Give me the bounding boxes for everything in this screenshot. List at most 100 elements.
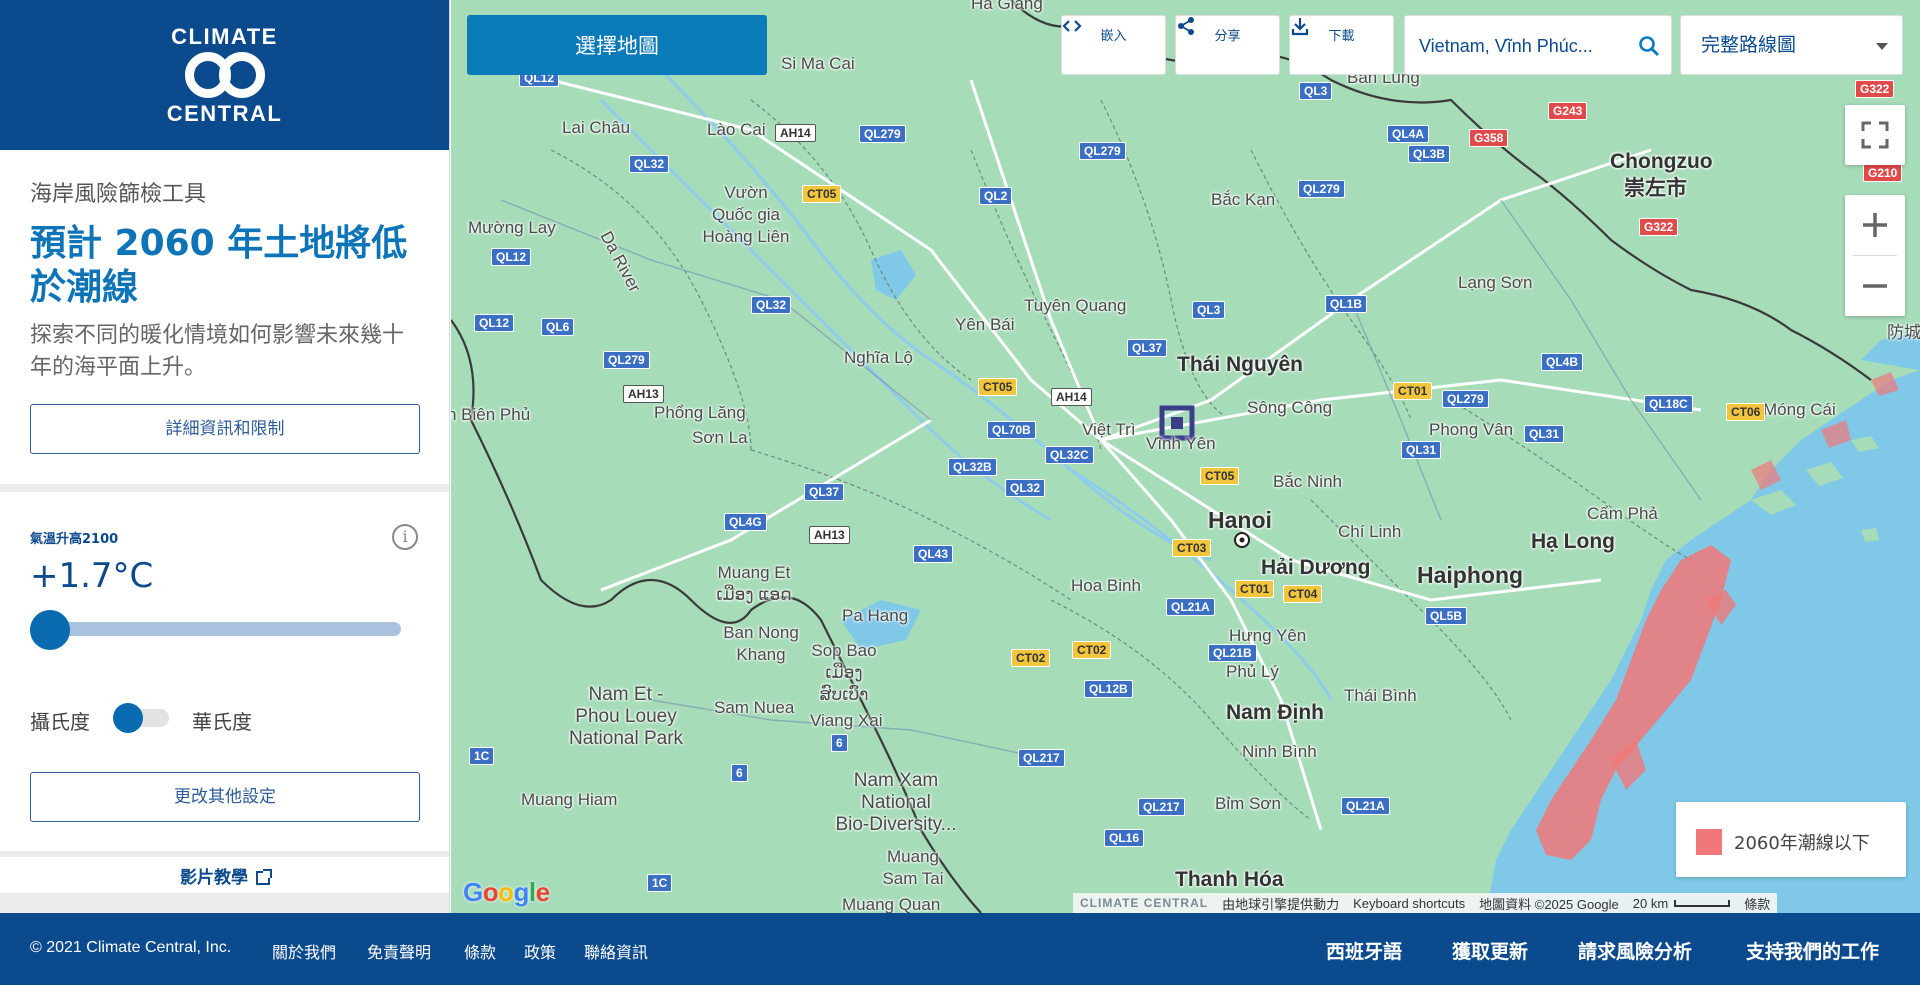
place-hanoi: Hanoi (1208, 507, 1272, 533)
road-shield: 1C (469, 747, 495, 765)
map-scale-label: 20 km (1632, 895, 1669, 911)
location-search[interactable] (1404, 15, 1672, 75)
road-shield: 6 (831, 734, 848, 752)
place-thanh-hoa: Thanh Hóa (1175, 868, 1284, 891)
place-haiphong: Haiphong (1417, 562, 1524, 588)
video-tutorial-link[interactable]: 影片教學 (0, 851, 449, 893)
road-shield: 1C (647, 874, 673, 892)
map-type-select[interactable]: 完整路線圖 (1680, 15, 1903, 75)
road-shield: QL32C (1045, 446, 1094, 464)
road-shield: CT02 (1011, 649, 1051, 667)
place-mong-cai: Móng Cái (1763, 400, 1836, 419)
app-root: CLIMATE CENTRAL 海岸風險篩檢工具 預計 2060 年土地將低於潮… (0, 0, 1920, 985)
plus-icon (1863, 213, 1887, 237)
place-bim-son: Bỉm Sơn (1215, 794, 1281, 813)
terms-link[interactable]: 條款 (1737, 894, 1777, 913)
footer-link-updates[interactable]: 獲取更新 (1452, 937, 1528, 964)
download-button[interactable]: 下載 (1289, 15, 1394, 75)
road-shield: AH14 (775, 124, 816, 142)
place-phong-lang: Phổng Lăng (654, 403, 746, 422)
place-ha-long: Hạ Long (1531, 530, 1615, 553)
footer-link-disclaimer[interactable]: 免責聲明 (367, 939, 431, 963)
road-shield: QL4G (724, 513, 767, 531)
place-vinh-yen: Vĩnh Yên (1146, 434, 1216, 453)
logo-text-top: CLIMATE (171, 23, 278, 49)
footer-link-support[interactable]: 支持我們的工作 (1746, 937, 1879, 964)
climate-central-logo[interactable]: CLIMATE CENTRAL (0, 0, 449, 150)
road-shield: G358 (1469, 129, 1509, 147)
road-shield: QL3 (1192, 301, 1226, 319)
footer-link-policy[interactable]: 政策 (524, 939, 556, 963)
zoom-out-button[interactable] (1845, 256, 1905, 316)
keyboard-shortcuts-link[interactable]: Keyboard shortcuts (1346, 896, 1472, 911)
search-input[interactable] (1419, 33, 1629, 59)
road-shield: QL4B (1541, 353, 1584, 371)
road-shield: QL37 (1127, 339, 1168, 357)
place-lang-son: Lạng Sơn (1458, 273, 1533, 292)
fahrenheit-label: 華氏度 (192, 710, 252, 734)
road-shield: CT02 (1072, 641, 1112, 659)
footer: © 2021 Climate Central, Inc. 關於我們 免責聲明 條… (0, 913, 1920, 985)
temperature-slider-handle[interactable] (30, 610, 70, 650)
map-canvas[interactable]: Ha Giang Si Ma Cai Ban Lung Lai Châu Lào… (451, 0, 1920, 913)
place-ban-nong-khang: Ban Nong Khang (723, 623, 799, 664)
share-button[interactable]: 分享 (1175, 15, 1280, 75)
place-dien-bien-phu: n Biên Phủ (451, 405, 531, 424)
place-viet-tri: Việt Trì (1082, 420, 1136, 439)
place-chi-linh: Chí Linh (1338, 522, 1402, 541)
map-data-credit[interactable]: 地圖資料 ©2025 Google (1472, 894, 1626, 913)
legend-swatch (1696, 829, 1722, 855)
unit-toggle[interactable] (113, 703, 169, 733)
place-phong-van: Phong Vân (1429, 420, 1514, 439)
embed-button[interactable]: 嵌入 (1061, 15, 1166, 75)
road-shield: G210 (1863, 164, 1903, 182)
intro-description: 探索不同的暖化情境如何影響未來幾十年的海平面上升。 (30, 323, 405, 380)
zoom-in-button[interactable] (1845, 195, 1905, 255)
place-nam-xam: Nam Xam National Bio-Diversity... (835, 770, 957, 835)
footer-link-about[interactable]: 關於我們 (272, 939, 336, 963)
road-shield: QL4A (1387, 125, 1430, 143)
page-title: 預計 2060 年土地將低於潮線 (30, 223, 408, 308)
place-fangcheng: 防城 (1887, 323, 1920, 342)
place-chongzuo-cn: 崇左市 (1624, 177, 1687, 200)
intro-section: 海岸風險篩檢工具 預計 2060 年土地將低於潮線 探索不同的暖化情境如何影響未… (0, 150, 449, 484)
temperature-value: +1.7°C (30, 556, 154, 596)
details-limitations-button[interactable]: 詳細資訊和限制 (30, 404, 420, 454)
temperature-slider-track[interactable] (30, 622, 401, 636)
search-icon[interactable] (1637, 34, 1661, 58)
info-icon[interactable]: i (392, 524, 418, 550)
road-shield: QL18C (1644, 395, 1693, 413)
road-shield: AH14 (1051, 388, 1092, 406)
road-shield: QL12 (491, 248, 532, 266)
road-shield: QL32 (1005, 479, 1046, 497)
chevron-down-icon (1876, 43, 1888, 50)
road-shield: QL37 (804, 483, 845, 501)
zoom-control (1845, 195, 1905, 316)
road-shield: CT05 (1200, 467, 1240, 485)
footer-link-terms[interactable]: 條款 (464, 939, 496, 963)
footer-link-risk-analysis[interactable]: 請求風險分析 (1578, 937, 1692, 964)
attribution-climate-central: CLIMATE CENTRAL (1080, 896, 1209, 910)
road-shield: QL3B (1408, 145, 1451, 163)
google-logo[interactable]: Google (463, 877, 550, 908)
temperature-rise-label: 氣溫升高2100 (30, 532, 119, 547)
footer-link-contact[interactable]: 聯絡資訊 (584, 939, 648, 963)
road-shield: AH13 (623, 385, 664, 403)
place-hoang-lien: Vườn Quốc gia Hoàng Liên (702, 183, 790, 246)
map-scale[interactable]: 20 km (1626, 896, 1737, 911)
unit-toggle-knob (113, 703, 143, 733)
map-legend: 2060年潮線以下 (1676, 802, 1906, 877)
scale-bar (1674, 899, 1731, 907)
thac-ba-lake (871, 250, 916, 300)
select-map-button[interactable]: 選擇地圖 (467, 15, 767, 75)
road-shield: QL32 (751, 296, 792, 314)
map-type-value: 完整路線圖 (1701, 34, 1797, 56)
place-tuyen-quang: Tuyên Quang (1024, 296, 1127, 315)
footer-link-spanish[interactable]: 西班牙語 (1326, 937, 1402, 964)
place-song-cong: Sông Công (1247, 398, 1333, 417)
place-bac-kan: Bắc Kạn (1211, 190, 1276, 209)
road-shield: QL217 (1138, 798, 1185, 816)
change-settings-button[interactable]: 更改其他設定 (30, 772, 420, 822)
fullscreen-button[interactable] (1845, 105, 1905, 165)
road-shield: QL16 (1104, 829, 1145, 847)
